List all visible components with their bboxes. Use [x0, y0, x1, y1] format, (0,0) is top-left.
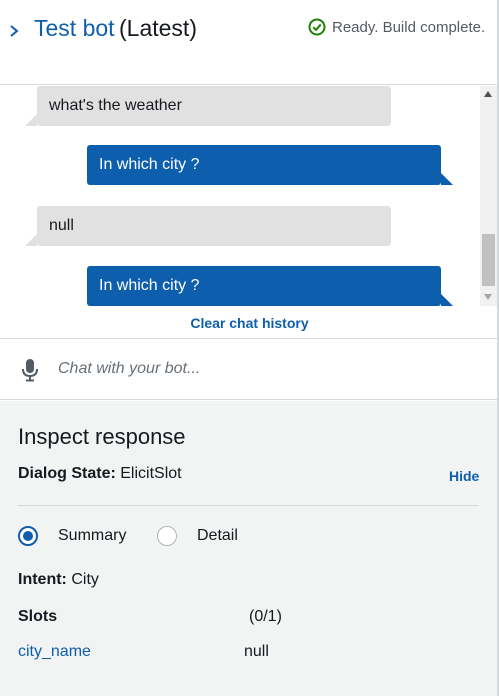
dialog-state-label: Dialog State: [18, 465, 116, 482]
user-message: null [25, 206, 391, 246]
chat-input[interactable] [58, 355, 478, 383]
detail-radio-label[interactable]: Detail [197, 527, 238, 545]
divider [18, 505, 479, 506]
bot-title-link[interactable]: Test bot [34, 15, 115, 42]
inspect-response-title: Inspect response [18, 424, 186, 449]
scroll-thumb[interactable] [482, 234, 495, 286]
slot-name-link[interactable]: city_name [18, 643, 91, 661]
slots-count: (0/1) [249, 608, 282, 625]
intent-row: Intent: City [18, 571, 99, 589]
chat-history[interactable]: what's the weather In which city ? null … [0, 86, 499, 338]
chat-input-bar [0, 338, 499, 400]
bot-message: In which city ? [87, 145, 453, 185]
build-status-text: Ready. Build complete. [332, 18, 486, 36]
slot-value: null [244, 643, 269, 660]
dialog-state: Dialog State: ElicitSlot [18, 465, 182, 483]
dialog-state-value: ElicitSlot [120, 465, 182, 482]
user-message: what's the weather [25, 86, 391, 126]
clear-chat-history-link[interactable]: Clear chat history [0, 315, 499, 331]
summary-radio-label[interactable]: Summary [58, 527, 126, 545]
scroll-up-arrow-icon[interactable] [484, 91, 492, 97]
chevron-right-icon[interactable] [8, 22, 22, 40]
bot-message: In which city ? [87, 266, 453, 306]
chat-scrollbar[interactable] [480, 86, 497, 306]
bot-version: (Latest) [119, 15, 197, 41]
scroll-down-arrow-icon[interactable] [484, 294, 492, 300]
microphone-icon[interactable] [21, 358, 39, 382]
check-circle-icon [308, 18, 326, 36]
bot-test-header: Test bot (Latest) Ready. Build complete. [0, 0, 499, 85]
summary-radio[interactable] [18, 526, 38, 546]
intent-value: City [71, 571, 99, 588]
intent-label: Intent: [18, 571, 67, 588]
build-status: Ready. Build complete. [308, 17, 485, 37]
inspect-response-panel: Inspect response Dialog State: ElicitSlo… [0, 401, 499, 696]
hide-button[interactable]: Hide [449, 468, 479, 484]
slots-label: Slots [18, 608, 58, 625]
detail-radio[interactable] [157, 526, 177, 546]
